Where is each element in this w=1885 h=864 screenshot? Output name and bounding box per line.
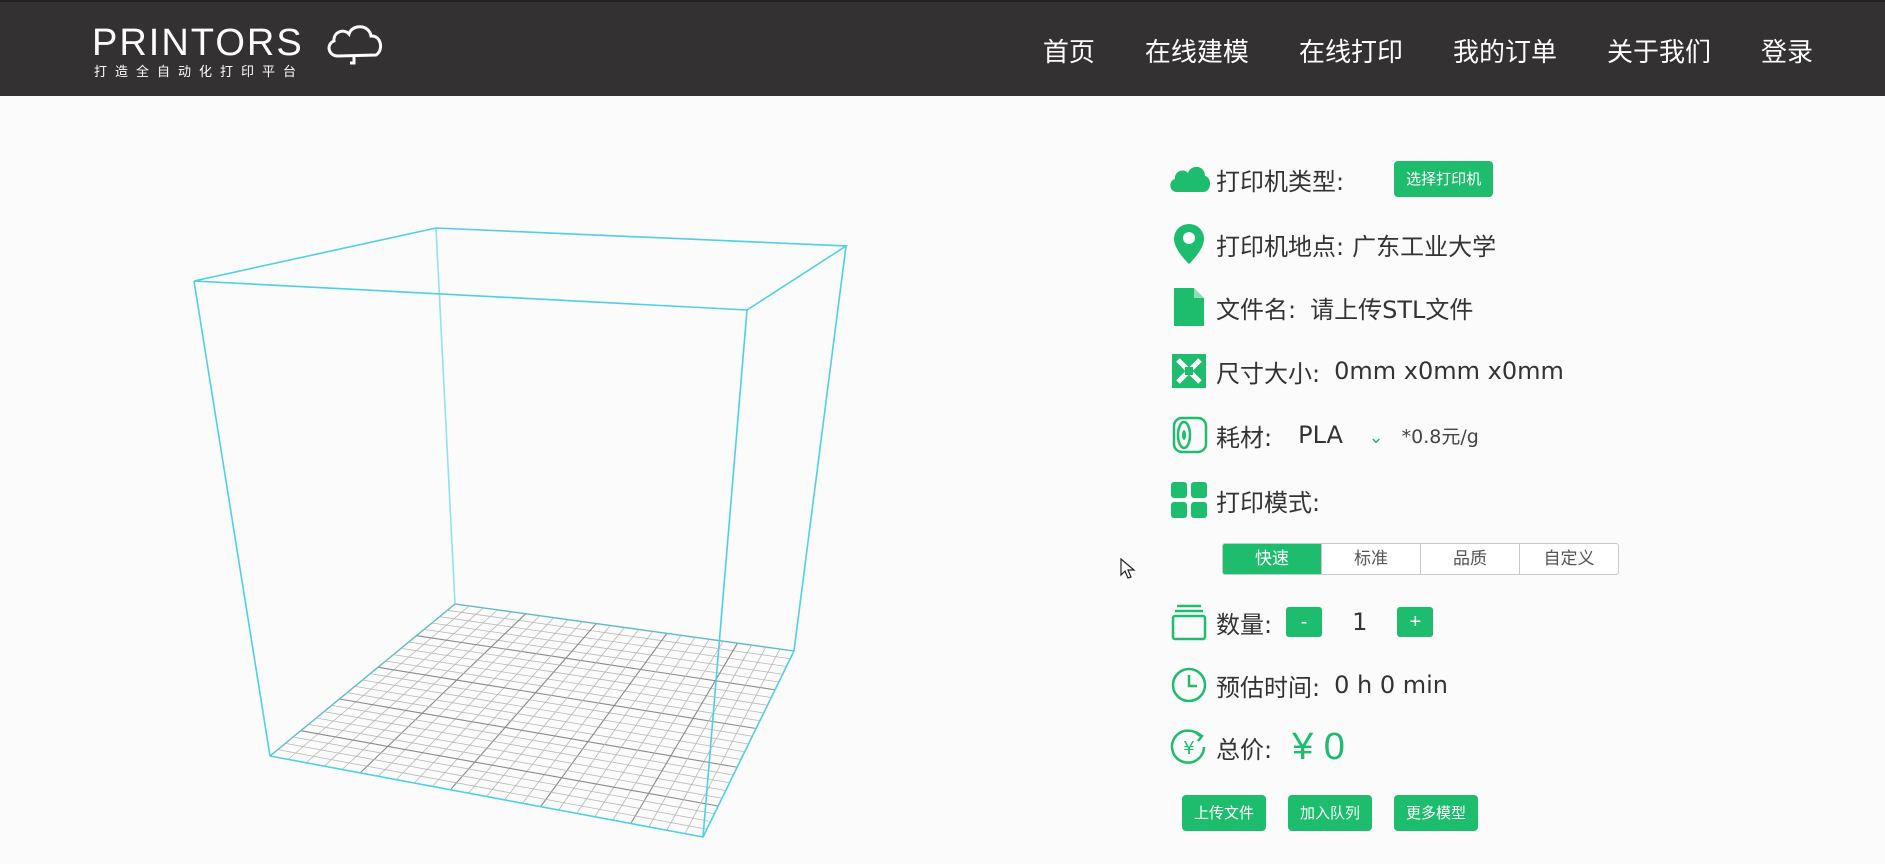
- printer-location-row: 打印机地点: 广东工业大学: [1166, 221, 1496, 267]
- estimated-time-row: 预估时间: 0 h 0 min: [1166, 662, 1448, 708]
- material-label: 耗材:: [1216, 423, 1273, 452]
- print-mode-selector: 快速 标准 品质 自定义: [1222, 543, 1619, 575]
- print-mode-label: 打印模式:: [1216, 488, 1321, 517]
- mode-custom[interactable]: 自定义: [1520, 544, 1618, 574]
- material-price: *0.8元/g: [1401, 425, 1479, 448]
- quantity-minus-button[interactable]: -: [1286, 607, 1323, 637]
- grid-line: [558, 635, 682, 811]
- material-select[interactable]: PLA ⌄: [1298, 421, 1384, 449]
- grid-modes-icon: [1166, 477, 1212, 523]
- total-price-row: ¥ 总价: ¥ 0: [1166, 724, 1345, 770]
- grid-line: [300, 730, 719, 807]
- printer-type-row: 打印机类型: 选择打印机: [1166, 156, 1494, 202]
- grid-line: [293, 736, 715, 815]
- location-pin-icon: [1166, 221, 1212, 267]
- total-price-value: ¥ 0: [1292, 725, 1345, 768]
- nav-online-modeling[interactable]: 在线建模: [1145, 32, 1249, 69]
- cloud-icon: [327, 25, 383, 65]
- cloud-icon: [1166, 156, 1212, 202]
- grid-line: [308, 723, 723, 799]
- mouse-cursor-icon: [1120, 558, 1136, 579]
- nav-my-orders[interactable]: 我的订单: [1453, 32, 1557, 69]
- printer-location-value: 广东工业大学: [1352, 232, 1497, 261]
- printer-location-label: 打印机地点:: [1216, 232, 1345, 261]
- logo-text: PRINTORS: [92, 22, 304, 64]
- svg-text:¥: ¥: [1183, 738, 1194, 759]
- grid-line: [540, 633, 668, 807]
- mode-quality[interactable]: 品质: [1421, 544, 1520, 574]
- nav-login[interactable]: 登录: [1761, 32, 1813, 69]
- print-mode-row: 打印模式:: [1166, 477, 1320, 523]
- yuan-refresh-icon: ¥: [1166, 724, 1212, 770]
- file-icon: [1166, 284, 1212, 330]
- filename-label: 文件名:: [1216, 295, 1297, 324]
- nav-home[interactable]: 首页: [1043, 32, 1095, 69]
- material-row: 耗材: PLA ⌄ *0.8元/g: [1166, 412, 1479, 458]
- main-nav: 首页 在线建模 在线打印 我的订单 关于我们 登录: [993, 2, 1813, 98]
- logo-slogan: 打造全自动化打印平台: [94, 65, 305, 80]
- filename-value: 请上传STL文件: [1310, 295, 1474, 324]
- filament-spool-icon: [1166, 412, 1212, 458]
- add-to-queue-button[interactable]: 加入队列: [1288, 795, 1373, 831]
- size-value: 0mm x0mm x0mm: [1334, 357, 1564, 385]
- upload-file-button[interactable]: 上传文件: [1182, 795, 1267, 831]
- action-buttons: 上传文件 加入队列 更多模型: [1182, 795, 1500, 831]
- printer-type-label: 打印机类型:: [1216, 167, 1345, 196]
- nav-about-us[interactable]: 关于我们: [1607, 32, 1711, 69]
- estimated-time-value: 0 h 0 min: [1334, 671, 1448, 699]
- total-price-label: 总价:: [1216, 735, 1273, 764]
- logo[interactable]: PRINTORS 打造全自动化打印平台: [92, 22, 392, 80]
- filename-row: 文件名: 请上传STL文件: [1166, 284, 1473, 330]
- mode-standard[interactable]: 标准: [1322, 544, 1421, 574]
- clock-icon: [1166, 662, 1212, 708]
- quantity-label: 数量:: [1216, 610, 1273, 639]
- estimated-time-label: 预估时间:: [1216, 673, 1321, 702]
- quantity-row: 数量: - 1 +: [1166, 599, 1434, 645]
- 3d-model-viewport[interactable]: [130, 180, 880, 860]
- nav-online-printing[interactable]: 在线打印: [1299, 32, 1403, 69]
- grid-line: [285, 742, 711, 822]
- size-row: 尺寸大小: 0mm x0mm x0mm: [1166, 348, 1564, 394]
- size-label: 尺寸大小:: [1216, 359, 1321, 388]
- stack-icon: [1166, 599, 1212, 645]
- chevron-down-icon: ⌄: [1368, 427, 1384, 448]
- expand-arrows-icon: [1166, 348, 1212, 394]
- build-plate-grid: [269, 603, 795, 838]
- quantity-plus-button[interactable]: +: [1397, 607, 1434, 637]
- select-printer-button[interactable]: 选择打印机: [1394, 161, 1494, 197]
- top-navbar: PRINTORS 打造全自动化打印平台 首页 在线建模 在线打印 我的订单 关于…: [0, 0, 1885, 96]
- grid-line: [648, 644, 752, 828]
- more-models-button[interactable]: 更多模型: [1394, 795, 1479, 831]
- grid-line: [277, 749, 707, 830]
- quantity-value[interactable]: 1: [1352, 608, 1367, 636]
- grid-line: [522, 631, 654, 804]
- grid-line: [594, 639, 710, 817]
- mode-fast[interactable]: 快速: [1223, 544, 1322, 574]
- grid-line: [684, 648, 781, 834]
- material-value: PLA: [1298, 421, 1343, 449]
